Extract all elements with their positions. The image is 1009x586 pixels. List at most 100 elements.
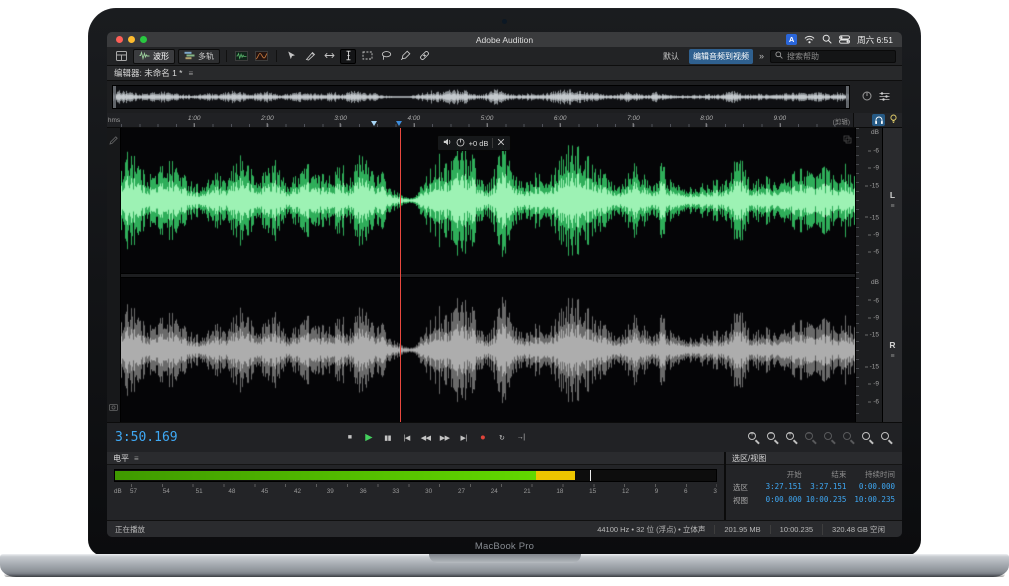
waveform-display-toggle-icon[interactable] bbox=[233, 49, 250, 63]
razor-tool-button[interactable] bbox=[302, 49, 318, 64]
overview-left-handle[interactable] bbox=[113, 86, 116, 108]
levels-panel: 电平 ≡ dB 57545148454239363330272421181512… bbox=[107, 452, 724, 520]
timeline-ruler[interactable]: 1:00 2:00 3:00 4:00 5:00 6:00 7:00 8:00 … bbox=[121, 113, 853, 127]
laptop-bezel: Adobe Audition A 周六 6:51 波形 多 bbox=[88, 8, 921, 556]
knob-icon[interactable] bbox=[862, 88, 872, 106]
right-channel-menu-icon[interactable]: ≡ bbox=[890, 353, 894, 360]
paintbrush-tool-button[interactable] bbox=[397, 49, 413, 64]
zoom-in-button[interactable]: + bbox=[746, 431, 761, 445]
gain-value[interactable]: +0 dB bbox=[469, 139, 489, 148]
levels-panel-header: 电平 ≡ bbox=[107, 452, 724, 465]
spot-healing-brush-tool-icon bbox=[419, 49, 430, 64]
help-search-input[interactable]: 搜索帮助 bbox=[770, 50, 896, 63]
minimize-window-button[interactable] bbox=[128, 36, 135, 43]
headphones-icon[interactable] bbox=[872, 114, 885, 126]
menubar-clock[interactable]: 周六 6:51 bbox=[857, 34, 893, 46]
zoom-reset-button[interactable] bbox=[879, 431, 894, 445]
hud-lamp-icon[interactable] bbox=[889, 111, 898, 129]
input-method-badge[interactable]: A bbox=[786, 34, 797, 45]
selection-end-value[interactable]: 3:27.151 bbox=[806, 482, 847, 493]
move-previous-button[interactable]: |◀ bbox=[399, 430, 415, 446]
playhead-line[interactable] bbox=[400, 128, 401, 422]
left-amplitude-scale[interactable]: dB -6 -9 -15 -15 -9 -6 bbox=[856, 128, 882, 273]
hud-close-icon[interactable] bbox=[497, 138, 505, 148]
waveform-display[interactable]: +0 dB bbox=[121, 128, 855, 422]
play-button[interactable]: ▶ bbox=[361, 430, 377, 446]
view-end-value[interactable]: 10:00.235 bbox=[806, 495, 847, 506]
waveform-view-button[interactable]: 波形 bbox=[133, 49, 175, 64]
ruler-tick: 9:00 bbox=[773, 116, 786, 128]
gain-knob-icon[interactable] bbox=[456, 138, 465, 149]
rewind-button[interactable]: ◀◀ bbox=[418, 430, 434, 446]
overview-right-handle[interactable] bbox=[846, 86, 849, 108]
amplitude-scale[interactable]: dB -6 -9 -15 -15 -9 -6 dB -6 -9 -15 bbox=[855, 128, 882, 422]
levels-panel-menu-icon[interactable]: ≡ bbox=[134, 454, 139, 463]
selection-start-value[interactable]: 3:27.151 bbox=[763, 482, 802, 493]
stop-button[interactable]: ■ bbox=[342, 430, 358, 446]
empty-cell bbox=[733, 469, 759, 480]
view-row-label: 视图 bbox=[733, 495, 759, 506]
multitrack-view-button[interactable]: 多轨 bbox=[178, 49, 220, 64]
marquee-selection-tool-icon bbox=[362, 49, 373, 64]
hud-separator bbox=[492, 138, 493, 148]
right-amplitude-scale[interactable]: dB -6 -9 -15 -15 -9 -6 bbox=[856, 278, 882, 423]
gain-hud[interactable]: +0 dB bbox=[437, 135, 512, 151]
wifi-icon[interactable] bbox=[804, 32, 815, 49]
lasso-selection-tool-button[interactable] bbox=[378, 49, 394, 64]
spot-healing-brush-tool-button[interactable] bbox=[416, 49, 432, 64]
record-button[interactable]: ● bbox=[475, 430, 491, 446]
zoom-to-out-point-button[interactable] bbox=[841, 431, 856, 445]
waveform-icon bbox=[139, 51, 150, 62]
workspace-overflow-button[interactable]: » bbox=[759, 51, 764, 61]
workspace-default-button[interactable]: 默认 bbox=[659, 49, 683, 64]
edit-icon[interactable] bbox=[109, 132, 118, 150]
slip-tool-button[interactable] bbox=[321, 49, 337, 64]
toolbar-separator bbox=[226, 50, 227, 62]
left-channel-lane[interactable]: +0 dB bbox=[121, 128, 855, 273]
move-next-button[interactable]: ▶| bbox=[456, 430, 472, 446]
snapshot-icon[interactable] bbox=[109, 398, 118, 416]
loop-button[interactable]: ↻ bbox=[494, 430, 510, 446]
search-icon bbox=[775, 51, 783, 61]
laptop-label: MacBook Pro bbox=[88, 541, 921, 552]
overview-strip[interactable] bbox=[112, 85, 850, 109]
selection-caret[interactable] bbox=[371, 121, 377, 126]
channel-controls: L ≡ R ≡ bbox=[882, 128, 902, 422]
zoom-out-button[interactable]: − bbox=[765, 431, 780, 445]
fast-forward-button[interactable]: ▶▶ bbox=[437, 430, 453, 446]
playhead-handle[interactable] bbox=[396, 121, 402, 126]
window-controls bbox=[116, 36, 147, 43]
right-channel-lane[interactable] bbox=[121, 278, 855, 423]
time-selection-tool-button[interactable] bbox=[340, 49, 356, 64]
selection-view-panel-header: 选区/视图 bbox=[726, 452, 902, 465]
panel-grid-icon[interactable] bbox=[113, 49, 130, 63]
pause-button[interactable]: ▮▮ bbox=[380, 430, 396, 446]
view-duration-value[interactable]: 10:00.235 bbox=[850, 495, 895, 506]
bottom-panels: 电平 ≡ dB 57545148454239363330272421181512… bbox=[107, 452, 902, 520]
current-time-display[interactable]: 3:50.169 bbox=[115, 430, 233, 445]
toolbar-separator bbox=[276, 50, 277, 62]
panel-menu-icon[interactable]: ≡ bbox=[188, 69, 193, 78]
close-window-button[interactable] bbox=[116, 36, 123, 43]
spotlight-icon[interactable] bbox=[822, 32, 832, 49]
right-channel-controls: R ≡ bbox=[883, 278, 902, 423]
editor-tab[interactable]: 编辑器: 未命名 1 * bbox=[114, 67, 182, 79]
move-tool-button[interactable] bbox=[283, 49, 299, 64]
transport-bar: 3:50.169 ■ ▶ ▮▮ |◀ ◀◀ ▶▶ ▶| ● ↻ →| + − + bbox=[107, 422, 902, 452]
control-center-icon[interactable] bbox=[839, 32, 850, 49]
workspace-active-button[interactable]: 编辑音频到视频 bbox=[689, 49, 753, 64]
skip-selection-button[interactable]: →| bbox=[513, 430, 529, 446]
zoom-to-selection-button[interactable] bbox=[860, 431, 875, 445]
zoom-window-button[interactable] bbox=[140, 36, 147, 43]
spectral-display-toggle-icon[interactable] bbox=[253, 49, 270, 63]
selection-duration-value[interactable]: 0:00.000 bbox=[850, 482, 895, 493]
sliders-icon[interactable] bbox=[879, 88, 890, 106]
zoom-in-amplitude-button[interactable]: + bbox=[784, 431, 799, 445]
zoom-to-in-point-button[interactable] bbox=[822, 431, 837, 445]
view-start-value[interactable]: 0:00.000 bbox=[763, 495, 802, 506]
marquee-selection-tool-button[interactable] bbox=[359, 49, 375, 64]
overlay-panels-icon[interactable] bbox=[843, 131, 852, 149]
left-channel-menu-icon[interactable]: ≡ bbox=[890, 203, 894, 210]
zoom-out-amplitude-button[interactable]: − bbox=[803, 431, 818, 445]
multitrack-view-label: 多轨 bbox=[198, 51, 214, 62]
